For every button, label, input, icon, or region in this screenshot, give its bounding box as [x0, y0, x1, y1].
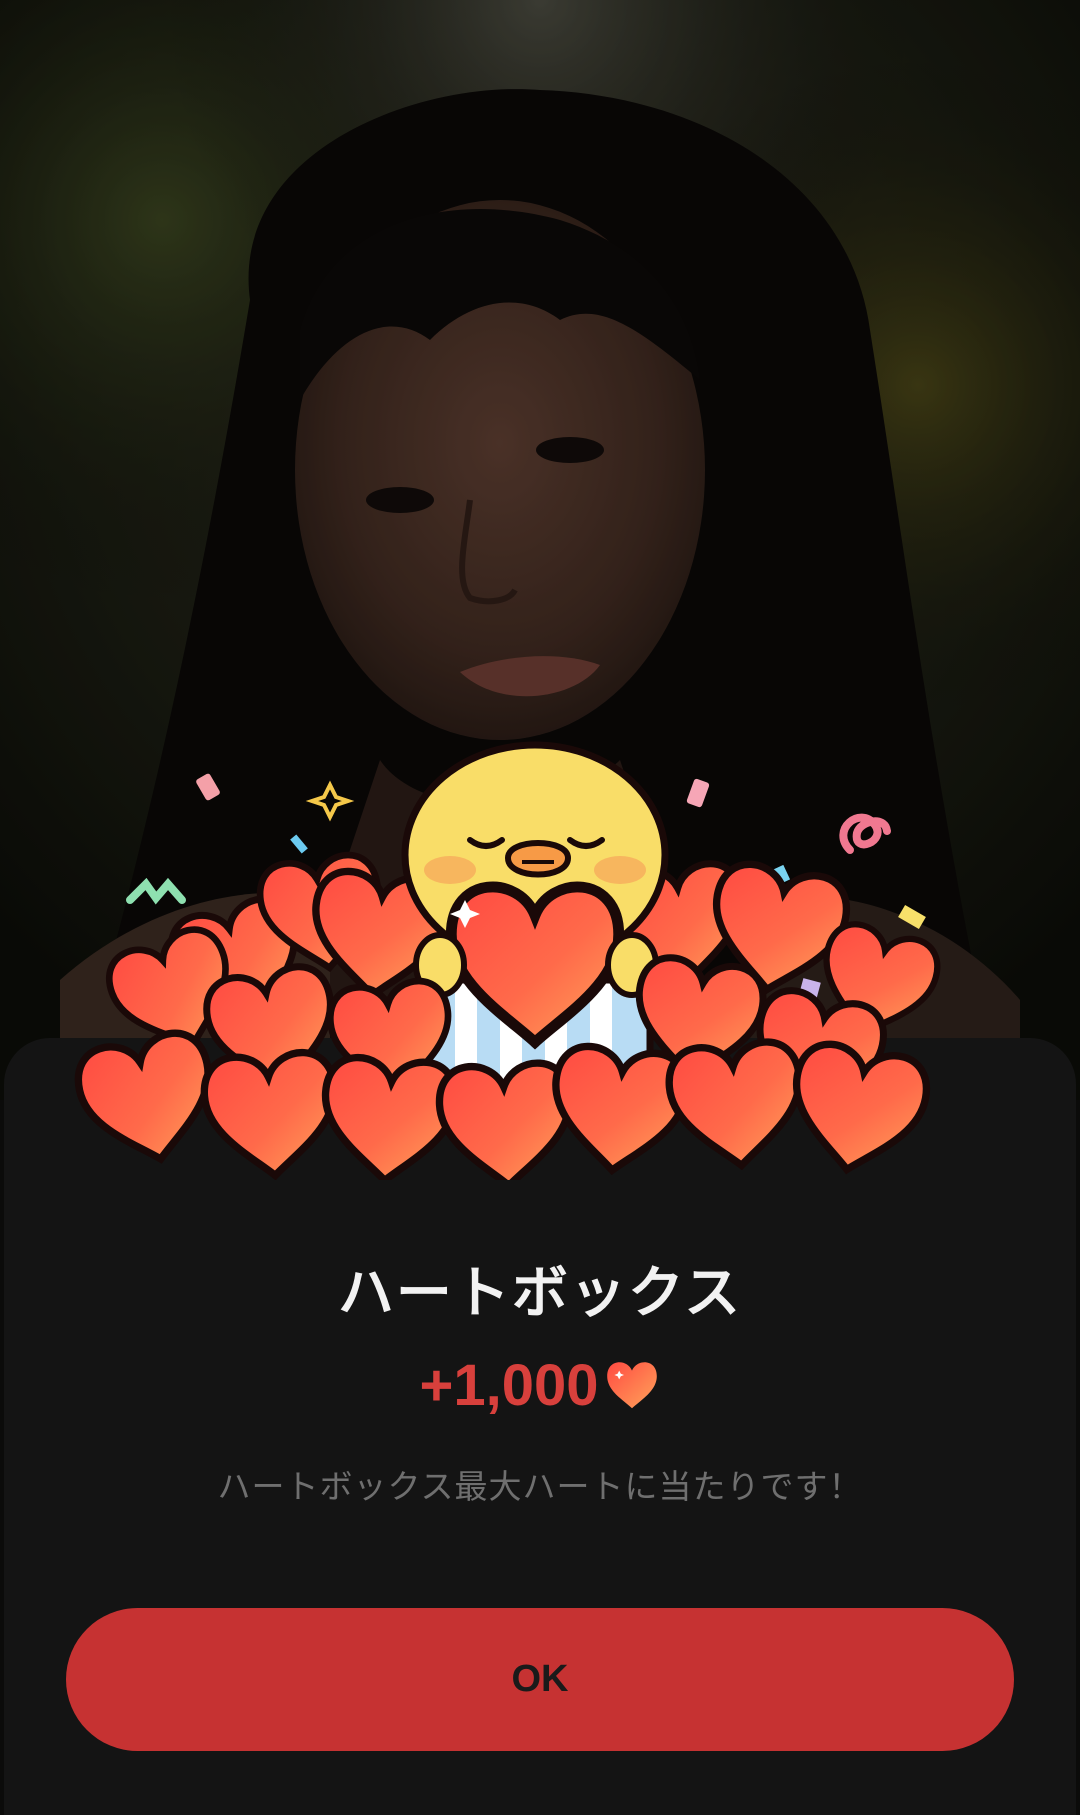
reward-row: +1,000: [0, 1350, 1080, 1420]
dialog-title: ハートボックス: [337, 1261, 743, 1326]
heart-box-illustration: [60, 741, 1020, 1180]
heart-icon: [606, 1362, 657, 1409]
heart-box-screen: ハートボックス +1,000 ハートボックス最大ハートに当たりです！ OK: [0, 0, 1080, 1815]
reward-amount: +1,000: [419, 1352, 599, 1418]
reward-message: ハートボックス最大ハートに当たりです！: [217, 1467, 863, 1506]
ok-button[interactable]: OK: [66, 1608, 1014, 1751]
